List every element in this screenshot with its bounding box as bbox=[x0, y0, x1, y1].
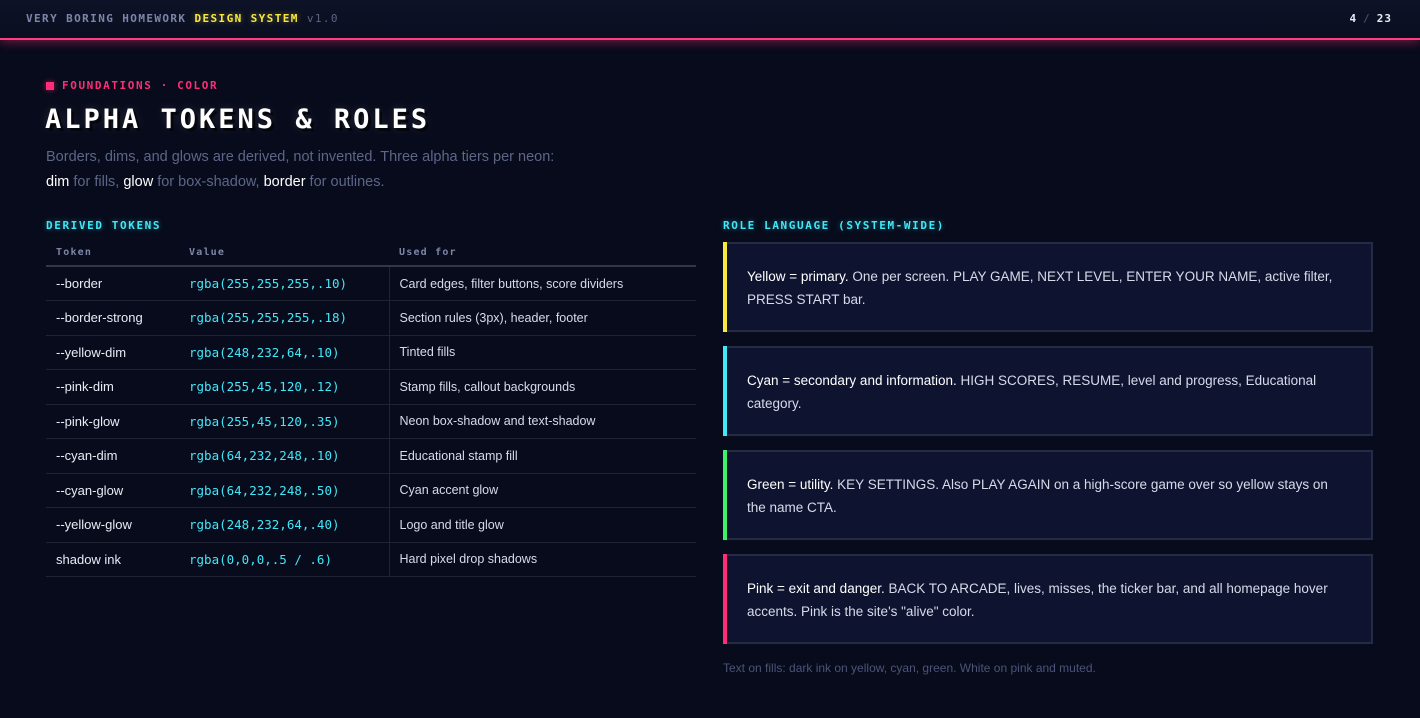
role-lead: Green = utility. bbox=[747, 477, 834, 492]
token-name: --yellow-glow bbox=[46, 507, 179, 543]
keyword-border: border bbox=[263, 174, 306, 190]
table-row: shadow ink rgba(0,0,0,.5 / .6) Hard pixe… bbox=[46, 542, 696, 577]
token-value: rgba(255,45,120,.35) bbox=[179, 404, 389, 439]
token-name: --pink-dim bbox=[46, 369, 179, 405]
intro-text-2: for box-shadow, bbox=[153, 174, 264, 190]
token-name: --cyan-dim bbox=[46, 438, 179, 474]
role-body: KEY SETTINGS. Also PLAY AGAIN on a high-… bbox=[747, 477, 1328, 515]
token-name: --border bbox=[46, 266, 179, 301]
table-row: --yellow-glow rgba(248,232,64,.40) Logo … bbox=[46, 507, 696, 543]
page-counter: 4 / 23 bbox=[1350, 12, 1393, 25]
derived-tokens-heading: DERIVED TOKENS bbox=[46, 219, 162, 232]
intro-text: Borders, dims, and glows are derived, no… bbox=[46, 145, 686, 195]
column-header-used-for: Used for bbox=[389, 240, 696, 267]
token-usage: Hard pixel drop shadows bbox=[388, 542, 696, 577]
token-usage: Tinted fills bbox=[388, 335, 696, 370]
token-value: rgba(64,232,248,.50) bbox=[179, 473, 389, 508]
table-row: --cyan-glow rgba(64,232,248,.50) Cyan ac… bbox=[46, 473, 696, 508]
token-usage: Neon box-shadow and text-shadow bbox=[388, 404, 696, 439]
column-header-value: Value bbox=[179, 240, 389, 267]
token-usage: Stamp fills, callout backgrounds bbox=[388, 369, 696, 405]
role-lead: Yellow = primary. bbox=[747, 269, 849, 284]
token-value: rgba(64,232,248,.10) bbox=[179, 438, 389, 474]
table-row: --border-strong rgba(255,255,255,.18) Se… bbox=[46, 300, 696, 336]
role-lead: Pink = exit and danger. bbox=[747, 581, 885, 596]
pink-accent-bar bbox=[723, 554, 727, 644]
token-usage: Logo and title glow bbox=[388, 507, 696, 543]
token-usage: Cyan accent glow bbox=[388, 473, 696, 508]
page-title: ALPHA TOKENS & ROLES bbox=[45, 104, 431, 135]
footnote: Text on fills: dark ink on yellow, cyan,… bbox=[723, 661, 1096, 675]
token-name: --cyan-glow bbox=[46, 473, 179, 508]
role-language-heading: ROLE LANGUAGE (SYSTEM-WIDE) bbox=[723, 219, 946, 232]
token-value: rgba(255,255,255,.10) bbox=[179, 266, 389, 301]
table-row: --pink-glow rgba(255,45,120,.35) Neon bo… bbox=[46, 404, 696, 439]
intro-text-1: for fills, bbox=[69, 174, 124, 190]
page-separator: / bbox=[1363, 12, 1371, 25]
token-name: --yellow-dim bbox=[46, 335, 179, 370]
token-value: rgba(255,255,255,.18) bbox=[179, 300, 389, 336]
role-card-pink: Pink = exit and danger. BACK TO ARCADE, … bbox=[723, 554, 1373, 644]
page-current: 4 bbox=[1349, 12, 1358, 25]
table-row: --pink-dim rgba(255,45,120,.12) Stamp fi… bbox=[46, 369, 696, 405]
derived-tokens-table: Token Value Used for --border rgba(255,2… bbox=[46, 240, 696, 577]
column-header-token: Token bbox=[46, 240, 179, 267]
token-value: rgba(0,0,0,.5 / .6) bbox=[179, 542, 389, 577]
yellow-accent-bar bbox=[723, 242, 727, 332]
keyword-glow: glow bbox=[123, 174, 154, 190]
table-header-row: Token Value Used for bbox=[46, 240, 696, 267]
token-value: rgba(248,232,64,.40) bbox=[179, 507, 389, 543]
table-row: --border rgba(255,255,255,.10) Card edge… bbox=[46, 266, 696, 301]
role-cards: Yellow = primary. One per screen. PLAY G… bbox=[723, 242, 1373, 658]
brand: VERY BORING HOMEWORK DESIGN SYSTEM v1.0 bbox=[26, 12, 339, 25]
top-bar: VERY BORING HOMEWORK DESIGN SYSTEM v1.0 … bbox=[0, 0, 1420, 40]
token-usage: Card edges, filter buttons, score divide… bbox=[388, 266, 696, 301]
token-value: rgba(255,45,120,.12) bbox=[179, 369, 389, 405]
eyebrow: FOUNDATIONS · COLOR bbox=[46, 79, 218, 92]
page-total: 23 bbox=[1376, 12, 1392, 25]
square-bullet-icon bbox=[46, 81, 54, 90]
intro-text-3: for outlines. bbox=[305, 174, 385, 190]
role-card-cyan: Cyan = secondary and information. HIGH S… bbox=[723, 346, 1373, 436]
table-row: --yellow-dim rgba(248,232,64,.10) Tinted… bbox=[46, 335, 696, 370]
cyan-accent-bar bbox=[723, 346, 727, 436]
keyword-dim: dim bbox=[46, 174, 70, 190]
token-value: rgba(248,232,64,.10) bbox=[179, 335, 389, 370]
token-name: --border-strong bbox=[46, 300, 179, 336]
token-usage: Educational stamp fill bbox=[388, 438, 696, 474]
token-usage: Section rules (3px), header, footer bbox=[388, 300, 696, 336]
green-accent-bar bbox=[723, 450, 727, 540]
role-lead: Cyan = secondary and information. bbox=[747, 373, 957, 388]
table-row: --cyan-dim rgba(64,232,248,.10) Educatio… bbox=[46, 438, 696, 474]
brand-accent: DESIGN SYSTEM bbox=[194, 12, 299, 25]
token-name: --pink-glow bbox=[46, 404, 179, 439]
role-card-green: Green = utility. KEY SETTINGS. Also PLAY… bbox=[723, 450, 1373, 540]
brand-prefix: VERY BORING HOMEWORK bbox=[26, 12, 187, 25]
token-name: shadow ink bbox=[46, 542, 179, 577]
eyebrow-label: FOUNDATIONS · COLOR bbox=[62, 79, 219, 92]
version-label: v1.0 bbox=[306, 12, 339, 25]
intro-line-1: Borders, dims, and glows are derived, no… bbox=[46, 149, 555, 165]
role-card-yellow: Yellow = primary. One per screen. PLAY G… bbox=[723, 242, 1373, 332]
